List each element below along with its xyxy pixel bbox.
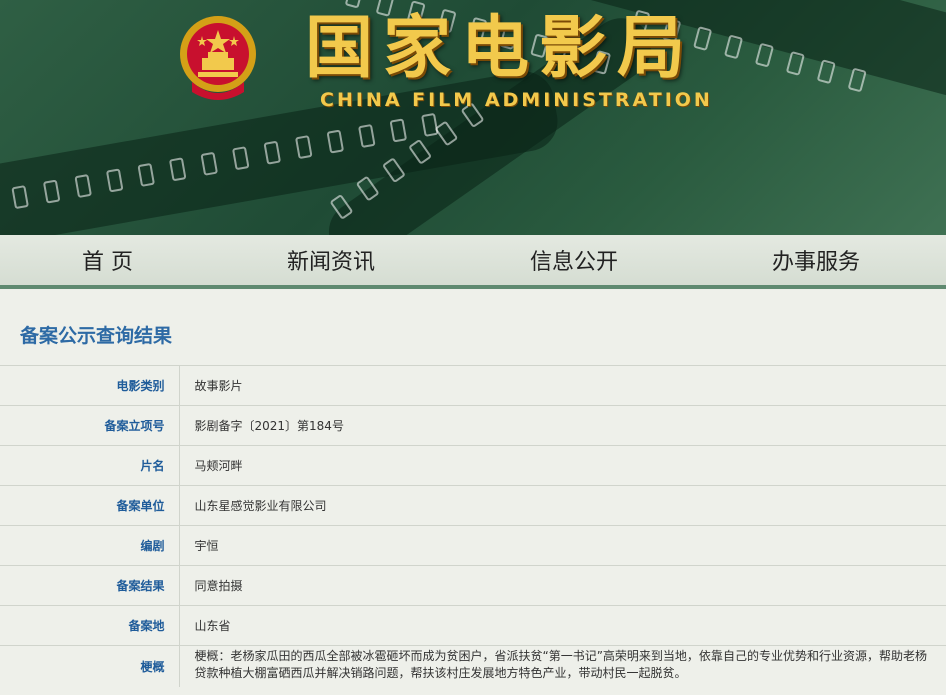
nav-item-info[interactable]: 信息公开 (530, 244, 618, 276)
row-value: 同意拍摄 (179, 565, 946, 606)
site-title-en: CHINA FILM ADMINISTRATION (320, 89, 713, 111)
row-label: 备案立项号 (0, 405, 180, 446)
table-row: 梗概 梗概：老杨家瓜田的西瓜全部被冰雹砸坏而成为贫困户，省派扶贫“第一书记”高荣… (0, 645, 946, 687)
table-row: 备案结果 同意拍摄 (0, 565, 946, 606)
row-label: 备案单位 (0, 485, 180, 526)
row-value: 故事影片 (179, 365, 946, 406)
row-value: 宇恒 (179, 525, 946, 566)
table-row: 片名 马颊河畔 (0, 445, 946, 486)
row-value: 影剧备字〔2021〕第184号 (179, 405, 946, 446)
main-nav: 首 页 新闻资讯 信息公开 办事服务 (0, 235, 946, 289)
row-label: 片名 (0, 445, 180, 486)
row-value: 山东省 (179, 605, 946, 646)
page-title: 备案公示查询结果 (20, 325, 173, 347)
synopsis-text: 梗概：老杨家瓜田的西瓜全部被冰雹砸坏而成为贫困户，省派扶贫“第一书记”高荣明来到… (179, 645, 946, 687)
table-row: 电影类别 故事影片 (0, 365, 946, 406)
row-value: 马颊河畔 (179, 445, 946, 486)
table-row: 编剧 宇恒 (0, 525, 946, 566)
record-table: 电影类别 故事影片 备案立项号 影剧备字〔2021〕第184号 片名 马颊河畔 … (0, 365, 946, 687)
row-label: 编剧 (0, 525, 180, 566)
table-row: 备案立项号 影剧备字〔2021〕第184号 (0, 405, 946, 446)
nav-item-news[interactable]: 新闻资讯 (287, 244, 375, 276)
nav-item-services[interactable]: 办事服务 (772, 244, 860, 276)
row-label: 备案结果 (0, 565, 180, 606)
main-content: 备案公示查询结果 电影类别 故事影片 备案立项号 影剧备字〔2021〕第184号… (0, 289, 946, 695)
site-title-cn: 国家电影局 (305, 8, 696, 88)
table-row: 备案地 山东省 (0, 605, 946, 646)
national-emblem-icon (180, 16, 256, 100)
row-label: 电影类别 (0, 365, 180, 406)
row-value: 山东星感觉影业有限公司 (179, 485, 946, 526)
nav-item-home[interactable]: 首 页 (82, 244, 133, 276)
row-label: 备案地 (0, 605, 180, 646)
row-label: 梗概 (0, 645, 180, 687)
table-row: 备案单位 山东星感觉影业有限公司 (0, 485, 946, 526)
header-banner: 国家电影局 CHINA FILM ADMINISTRATION (0, 0, 946, 235)
